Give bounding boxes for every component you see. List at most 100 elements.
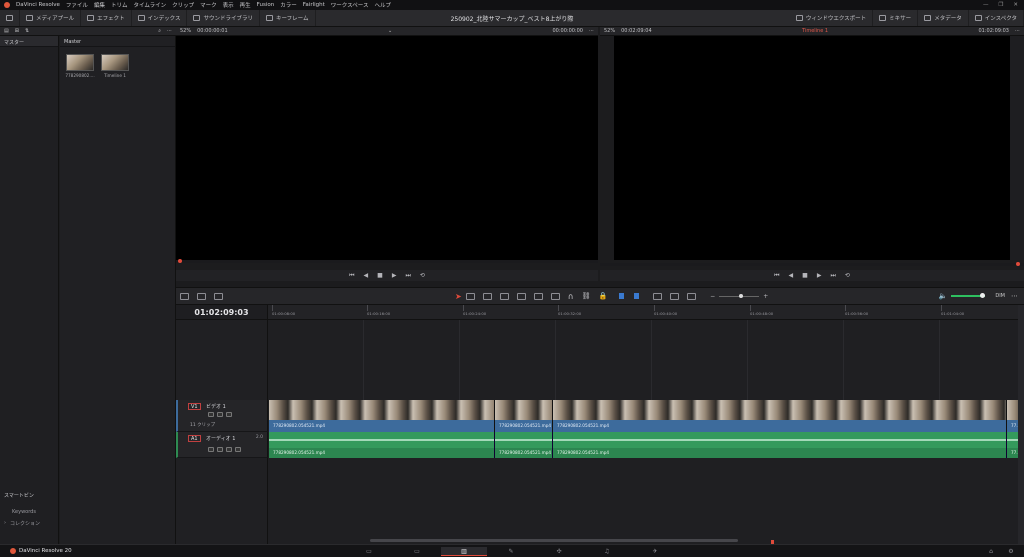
source-viewer[interactable]: [176, 36, 598, 260]
tl-jump-to-end-icon[interactable]: ⏭: [830, 272, 835, 280]
detail-zoom-icon[interactable]: [670, 292, 680, 300]
jump-to-start-icon[interactable]: ⏮: [349, 272, 354, 280]
maximize-icon[interactable]: ❐: [998, 2, 1003, 8]
menu-help[interactable]: ヘルプ: [374, 1, 391, 9]
timeline-empty-area[interactable]: [268, 320, 1024, 400]
overwrite-clip-icon[interactable]: [533, 292, 543, 300]
source-scrubber[interactable]: [176, 259, 598, 263]
color-page-tab[interactable]: ✣: [550, 547, 568, 556]
collections-item[interactable]: › コレクション: [4, 520, 40, 527]
video-track-header[interactable]: V1 ビデオ 1 11 クリップ: [176, 400, 268, 432]
full-extent-zoom-icon[interactable]: [653, 292, 663, 300]
menu-file[interactable]: ファイル: [66, 1, 88, 9]
source-zoom[interactable]: 52%: [180, 28, 191, 34]
timeline-scrubber[interactable]: [600, 262, 1024, 266]
tl-play-icon[interactable]: ▶: [817, 272, 822, 279]
timeline-viewer-more-icon[interactable]: ⋯: [1015, 28, 1020, 34]
solo-button[interactable]: [226, 447, 232, 452]
close-icon[interactable]: ✕: [1013, 2, 1018, 8]
minimize-icon[interactable]: —: [983, 2, 989, 8]
more-options-icon[interactable]: ⋯: [167, 28, 172, 34]
blade-tool-icon[interactable]: [499, 292, 509, 300]
menu-playback[interactable]: 再生: [240, 1, 251, 9]
timeline-timecode[interactable]: 01:02:09:03: [176, 305, 268, 320]
search-icon[interactable]: ⌕: [158, 28, 161, 34]
keyframe-button[interactable]: キーフレーム: [260, 10, 316, 26]
mute-button[interactable]: [235, 447, 241, 452]
timeline-thumbnail[interactable]: [101, 54, 129, 71]
marker-icon[interactable]: [634, 293, 640, 299]
edit-page-tab[interactable]: ▥: [441, 547, 487, 556]
menu-edit[interactable]: 編集: [94, 1, 105, 9]
play-reverse-icon[interactable]: ◀: [364, 272, 369, 279]
sort-icon[interactable]: ⇅: [25, 28, 29, 34]
bin-options-icon[interactable]: ⊞: [15, 28, 19, 34]
settings-button[interactable]: ⚙: [1002, 547, 1020, 556]
source-playhead[interactable]: [178, 259, 182, 263]
flag-icon[interactable]: [619, 293, 625, 299]
tl-jump-to-start-icon[interactable]: ⏮: [774, 272, 779, 280]
zoom-in-icon[interactable]: +: [763, 293, 768, 300]
audio-track-name[interactable]: オーディオ 1: [206, 435, 235, 442]
source-dropdown-icon[interactable]: ⌄: [388, 28, 392, 34]
layout-icon[interactable]: [180, 292, 189, 300]
source-more-icon[interactable]: ⋯: [589, 28, 594, 34]
master-bin-header[interactable]: マスター: [0, 36, 58, 47]
window-export-button[interactable]: ウィンドウエクスポート: [790, 10, 874, 26]
video-track-badge[interactable]: V1: [188, 403, 201, 410]
timeline-playhead-marker[interactable]: [1016, 262, 1020, 266]
sound-library-button[interactable]: サウンドライブラリ: [187, 10, 260, 26]
list-view-icon[interactable]: ▤: [4, 28, 9, 34]
track-visibility-icon[interactable]: [226, 412, 232, 417]
play-icon[interactable]: ▶: [392, 272, 397, 279]
video-clip[interactable]: 778290802.054521.mp4: [269, 400, 495, 432]
timeline-ruler[interactable]: 01:00:08:00 01:00:16:00 01:00:24:00 01:0…: [268, 305, 1024, 320]
video-track-name[interactable]: ビデオ 1: [206, 403, 226, 410]
snapping-icon[interactable]: ∩: [568, 292, 574, 301]
monitor-toggle-button[interactable]: [0, 10, 20, 26]
insert-clip-icon[interactable]: [516, 292, 526, 300]
stop-icon[interactable]: ■: [377, 272, 383, 279]
menu-fairlight[interactable]: Fairlight: [303, 2, 325, 8]
audio-clip[interactable]: 778290802.054521.mp4: [553, 432, 1007, 458]
tl-play-reverse-icon[interactable]: ◀: [789, 272, 794, 279]
menu-workspace[interactable]: ワークスペース: [331, 1, 369, 9]
tl-loop-icon[interactable]: ⟲: [845, 272, 850, 279]
timeline-empty-area-lower[interactable]: [268, 458, 1024, 544]
video-clip[interactable]: 778290802.054521.mp4: [553, 400, 1007, 432]
timeline-zoom[interactable]: 52%: [604, 28, 615, 34]
fairlight-page-tab[interactable]: ♫: [598, 547, 616, 556]
effects-button[interactable]: エフェクト: [81, 10, 132, 26]
linked-selection-icon[interactable]: ⛓: [582, 292, 591, 300]
trim-tool-icon[interactable]: [465, 292, 475, 300]
menu-color[interactable]: カラー: [280, 1, 297, 9]
timeline-horizontal-scrollbar[interactable]: [370, 539, 738, 542]
timeline-viewer[interactable]: [614, 36, 1010, 260]
home-button[interactable]: ⌂: [982, 547, 1000, 556]
media-clip-thumbnail[interactable]: [66, 54, 94, 71]
replace-clip-icon[interactable]: [550, 292, 560, 300]
fusion-page-tab[interactable]: ✎: [502, 547, 520, 556]
selection-tool-icon[interactable]: ➤: [455, 292, 462, 301]
timeline-vertical-scrollbar[interactable]: [1018, 305, 1024, 544]
smart-bins-header[interactable]: スマートビン: [4, 492, 34, 499]
inspector-button[interactable]: インスペクタ: [969, 10, 1024, 26]
menu-clip[interactable]: クリップ: [172, 1, 194, 9]
volume-icon[interactable]: 🔈: [939, 292, 948, 300]
custom-zoom-icon[interactable]: [687, 292, 697, 300]
track-view-icon[interactable]: [197, 292, 206, 300]
menu-view[interactable]: 表示: [223, 1, 234, 9]
audio-clip[interactable]: 778290802.054521.mp4: [269, 432, 495, 458]
metadata-button[interactable]: メタデータ: [918, 10, 969, 26]
audio-track-lock-icon[interactable]: [208, 447, 214, 452]
media-page-tab[interactable]: ▭: [360, 547, 378, 556]
track-lock-icon[interactable]: [208, 412, 214, 417]
zoom-slider[interactable]: [719, 293, 760, 298]
menu-trim[interactable]: トリム: [111, 1, 128, 9]
auto-select-icon[interactable]: [217, 412, 223, 417]
timeline-name[interactable]: Timeline 1: [802, 28, 828, 34]
loop-icon[interactable]: ⟲: [420, 272, 425, 279]
menu-timeline[interactable]: タイムライン: [133, 1, 166, 9]
keywords-item[interactable]: Keywords: [12, 509, 36, 515]
audio-meter-icon[interactable]: [214, 292, 223, 300]
